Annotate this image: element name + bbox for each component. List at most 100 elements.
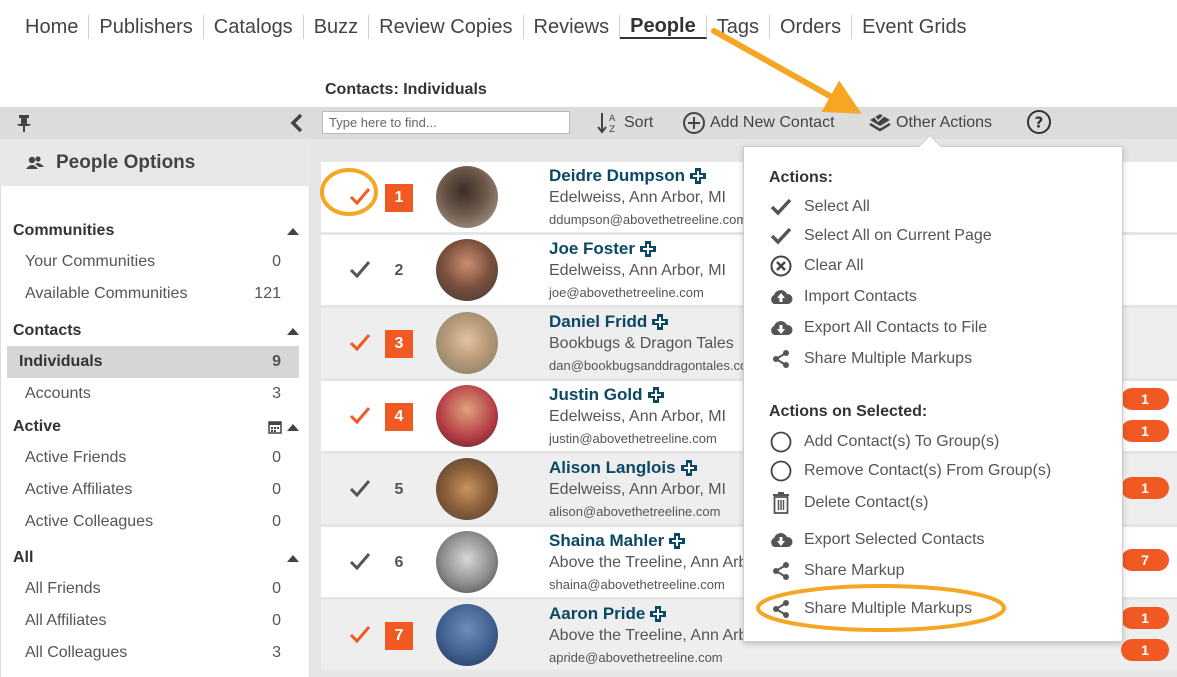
contact-name[interactable]: Aaron Pride	[549, 604, 667, 624]
check-icon[interactable]	[349, 478, 371, 498]
caret-up-icon[interactable]	[287, 328, 299, 335]
caret-up-icon[interactable]	[287, 228, 299, 235]
menu-item-share-markup[interactable]: Share Markup	[769, 559, 905, 583]
nav-publishers[interactable]: Publishers	[89, 15, 204, 39]
nav-home[interactable]: Home	[10, 15, 90, 39]
chevron-left-icon[interactable]	[287, 112, 307, 134]
nav-event-grids[interactable]: Event Grids	[852, 15, 976, 39]
menu-item-export-all[interactable]: Export All Contacts to File	[769, 316, 987, 340]
sidebar-item-accounts[interactable]: Accounts 3	[7, 378, 303, 410]
plus-circle-icon	[683, 112, 705, 134]
plus-icon[interactable]	[647, 387, 664, 403]
sidebar-title: People Options	[56, 151, 196, 173]
group-all[interactable]: All	[1, 543, 309, 573]
check-icon[interactable]	[349, 332, 371, 352]
sidebar-item-all-friends[interactable]: All Friends 0	[7, 573, 303, 605]
help-button[interactable]: ?	[1026, 110, 1056, 134]
nav-catalogs[interactable]: Catalogs	[204, 15, 304, 39]
contact-name[interactable]: Alison Langlois	[549, 458, 697, 478]
calendar-icon[interactable]	[268, 420, 282, 434]
caret-up-icon[interactable]	[287, 424, 299, 431]
sidebar-item-count: 3	[272, 385, 281, 402]
sort-button[interactable]: A Z Sort	[596, 111, 653, 135]
menu-item-select-all[interactable]: Select All	[769, 195, 870, 219]
search-input[interactable]	[322, 111, 570, 134]
menu-item-clear-all[interactable]: Clear All	[769, 254, 864, 278]
check-icon[interactable]	[349, 405, 371, 425]
menu-item-label: Share Multiple Markups	[804, 350, 973, 367]
pin-icon[interactable]	[14, 113, 34, 133]
count-badge[interactable]: 1	[1121, 639, 1169, 661]
sidebar-item-available-communities[interactable]: Available Communities 121	[7, 278, 303, 310]
count-badge[interactable]: 1	[1121, 477, 1169, 499]
contact-org: Edelweiss, Ann Arbor, MI	[549, 481, 726, 498]
menu-item-share-multiple-markups[interactable]: Share Multiple Markups	[769, 347, 972, 371]
nav-buzz[interactable]: Buzz	[304, 15, 370, 39]
sidebar-item-active-affiliates[interactable]: Active Affiliates 0	[7, 474, 303, 506]
check-icon[interactable]	[349, 186, 371, 206]
group-active[interactable]: Active	[1, 412, 309, 442]
group-communities[interactable]: Communities	[1, 216, 309, 246]
count-badge[interactable]: 7	[1121, 549, 1169, 571]
count-badge[interactable]: 1	[1121, 420, 1169, 442]
other-actions-menu: Actions: Select All Select All on Curren…	[743, 134, 1123, 642]
plus-icon[interactable]	[650, 606, 667, 622]
avatar	[436, 312, 498, 374]
contact-org: Edelweiss, Ann Arbor, MI	[549, 189, 726, 206]
group-label: Communities	[13, 222, 115, 239]
group-label: Contacts	[13, 322, 82, 339]
menu-item-label: Select All on Current Page	[804, 227, 992, 244]
menu-item-export-selected[interactable]: Export Selected Contacts	[769, 528, 985, 552]
sidebar-item-label: Accounts	[25, 385, 91, 402]
contact-name[interactable]: Deidre Dumpson	[549, 166, 707, 186]
nav-people[interactable]: People	[620, 15, 707, 39]
menu-item-remove-from-group[interactable]: Remove Contact(s) From Group(s)	[769, 459, 1051, 483]
count-badge[interactable]: 1	[1121, 607, 1169, 629]
plus-icon[interactable]	[680, 460, 697, 476]
count-badge[interactable]: 1	[1121, 388, 1169, 410]
caret-up-icon[interactable]	[287, 555, 299, 562]
sidebar: People Options Communities Your Communit…	[0, 139, 310, 677]
nav-tags[interactable]: Tags	[707, 15, 770, 39]
menu-item-share-multiple-markups-selected[interactable]: Share Multiple Markups	[769, 597, 972, 621]
nav-orders[interactable]: Orders	[770, 15, 853, 39]
sidebar-item-count: 0	[272, 449, 281, 466]
sidebar-item-your-communities[interactable]: Your Communities 0	[7, 246, 303, 278]
plus-icon[interactable]	[639, 241, 656, 257]
menu-item-delete-contacts[interactable]: Delete Contact(s)	[769, 491, 929, 515]
nav-review-copies[interactable]: Review Copies	[369, 15, 524, 39]
check-icon[interactable]	[349, 259, 371, 279]
check-icon[interactable]	[349, 551, 371, 571]
add-new-contact-button[interactable]: Add New Contact	[682, 111, 835, 135]
sidebar-body: Communities Your Communities 0 Available…	[0, 186, 310, 677]
menu-item-import-contacts[interactable]: Import Contacts	[769, 285, 917, 309]
sidebar-item-all-colleagues[interactable]: All Colleagues 3	[7, 637, 303, 669]
sidebar-item-count: 0	[272, 481, 281, 498]
group-contacts[interactable]: Contacts	[1, 316, 309, 346]
plus-icon[interactable]	[652, 314, 669, 330]
sidebar-item-label: Available Communities	[25, 285, 188, 302]
contact-name[interactable]: Joe Foster	[549, 239, 656, 259]
contact-name[interactable]: Shaina Mahler	[549, 531, 686, 551]
menu-item-add-to-group[interactable]: Add Contact(s) To Group(s)	[769, 430, 999, 454]
row-number: 6	[394, 554, 404, 571]
sidebar-item-individuals[interactable]: Individuals 9	[7, 346, 299, 378]
sidebar-item-label: Active Friends	[25, 449, 127, 466]
sidebar-item-active-friends[interactable]: Active Friends 0	[7, 442, 303, 474]
contact-name[interactable]: Justin Gold	[549, 385, 664, 405]
other-actions-button[interactable]: Other Actions	[868, 111, 992, 135]
menu-item-select-all-current-page[interactable]: Select All on Current Page	[769, 224, 992, 248]
contact-name[interactable]: Daniel Fridd	[549, 312, 669, 332]
trash-icon	[773, 492, 789, 514]
sidebar-item-label: Your Communities	[25, 253, 156, 270]
sidebar-item-active-colleagues[interactable]: Active Colleagues 0	[7, 506, 303, 538]
menu-item-label: Add Contact(s) To Group(s)	[804, 433, 1000, 450]
row-number: 4	[385, 403, 413, 431]
sidebar-item-all-affiliates[interactable]: All Affiliates 0	[7, 605, 303, 637]
nav-reviews[interactable]: Reviews	[524, 15, 621, 39]
check-icon[interactable]	[349, 624, 371, 644]
menu-item-label: Import Contacts	[804, 288, 917, 305]
contact-name-text: Justin Gold	[549, 385, 643, 404]
plus-icon[interactable]	[669, 533, 686, 549]
plus-icon[interactable]	[690, 168, 707, 184]
